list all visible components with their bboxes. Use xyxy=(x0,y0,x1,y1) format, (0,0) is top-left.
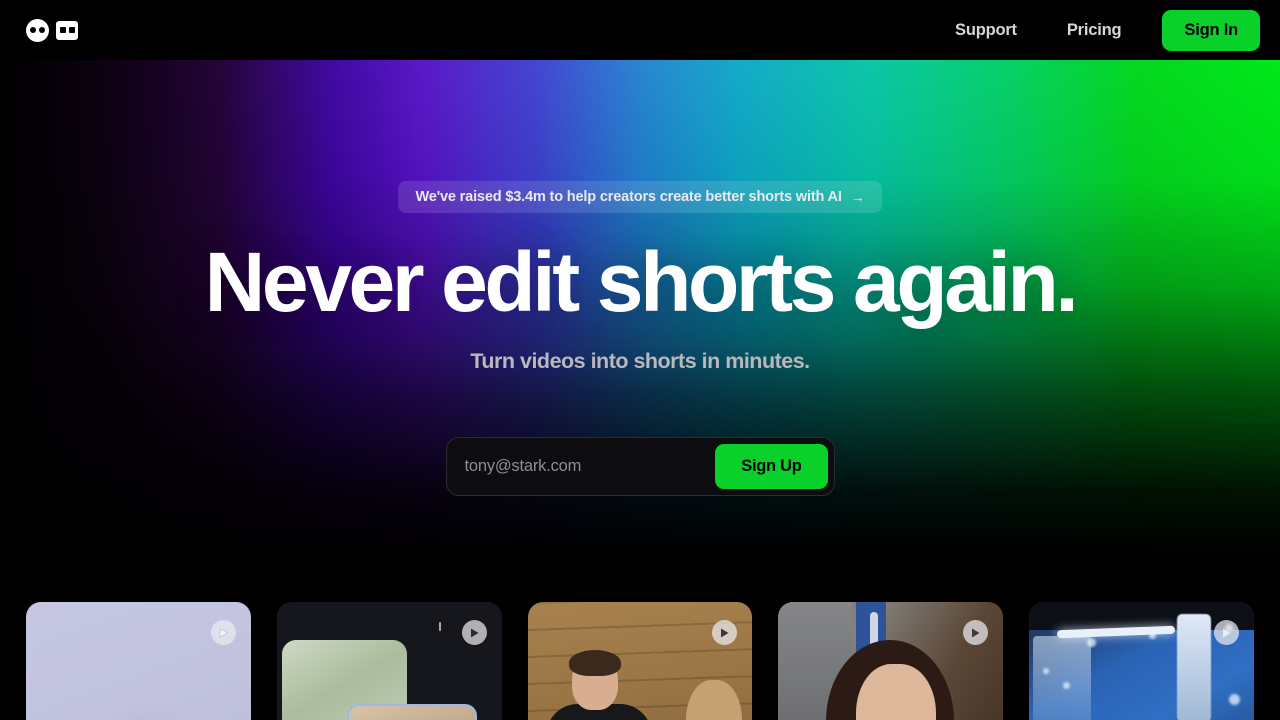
hero-section: We've raised $3.4m to help creators crea… xyxy=(0,60,1280,600)
circle-two-dots-icon xyxy=(26,18,49,42)
showcase-card[interactable] xyxy=(26,602,251,720)
page-subtitle: Turn videos into shorts in minutes. xyxy=(470,349,810,373)
announcement-banner[interactable]: We've raised $3.4m to help creators crea… xyxy=(398,181,882,213)
navbar: Support Pricing Sign In xyxy=(0,0,1280,60)
showcase-card[interactable] xyxy=(1029,602,1254,720)
signup-form: Sign Up xyxy=(445,437,835,496)
email-field[interactable] xyxy=(452,444,716,489)
play-icon[interactable] xyxy=(210,620,236,645)
announcement-text: We've raised $3.4m to help creators crea… xyxy=(415,189,842,205)
play-icon[interactable] xyxy=(461,620,487,645)
card-thumbnail xyxy=(527,602,753,720)
card-thumbnail xyxy=(1029,602,1254,720)
showcase-card[interactable] xyxy=(527,602,753,720)
nav-link-pricing[interactable]: Pricing xyxy=(1042,0,1147,60)
showcase-card[interactable] xyxy=(276,602,502,720)
card-thumbnail xyxy=(778,602,1004,720)
navbar-actions: Support Pricing Sign In xyxy=(930,0,1260,60)
arrow-right-icon: → xyxy=(850,189,865,205)
rounded-square-two-dots-icon xyxy=(56,20,78,40)
brand-logo[interactable] xyxy=(26,18,78,42)
card-thumbnail xyxy=(26,602,251,720)
showcase-card-strip xyxy=(0,602,1280,720)
card-thumbnail xyxy=(276,602,502,720)
sign-up-button[interactable]: Sign Up xyxy=(715,444,828,489)
play-icon[interactable] xyxy=(1213,620,1239,645)
landing-page: Support Pricing Sign In We've raised $3.… xyxy=(0,0,1280,720)
nav-link-support[interactable]: Support xyxy=(930,0,1042,60)
sign-in-button[interactable]: Sign In xyxy=(1162,9,1260,51)
showcase-card[interactable] xyxy=(778,602,1004,720)
page-title: Never edit shorts again. xyxy=(204,235,1079,329)
